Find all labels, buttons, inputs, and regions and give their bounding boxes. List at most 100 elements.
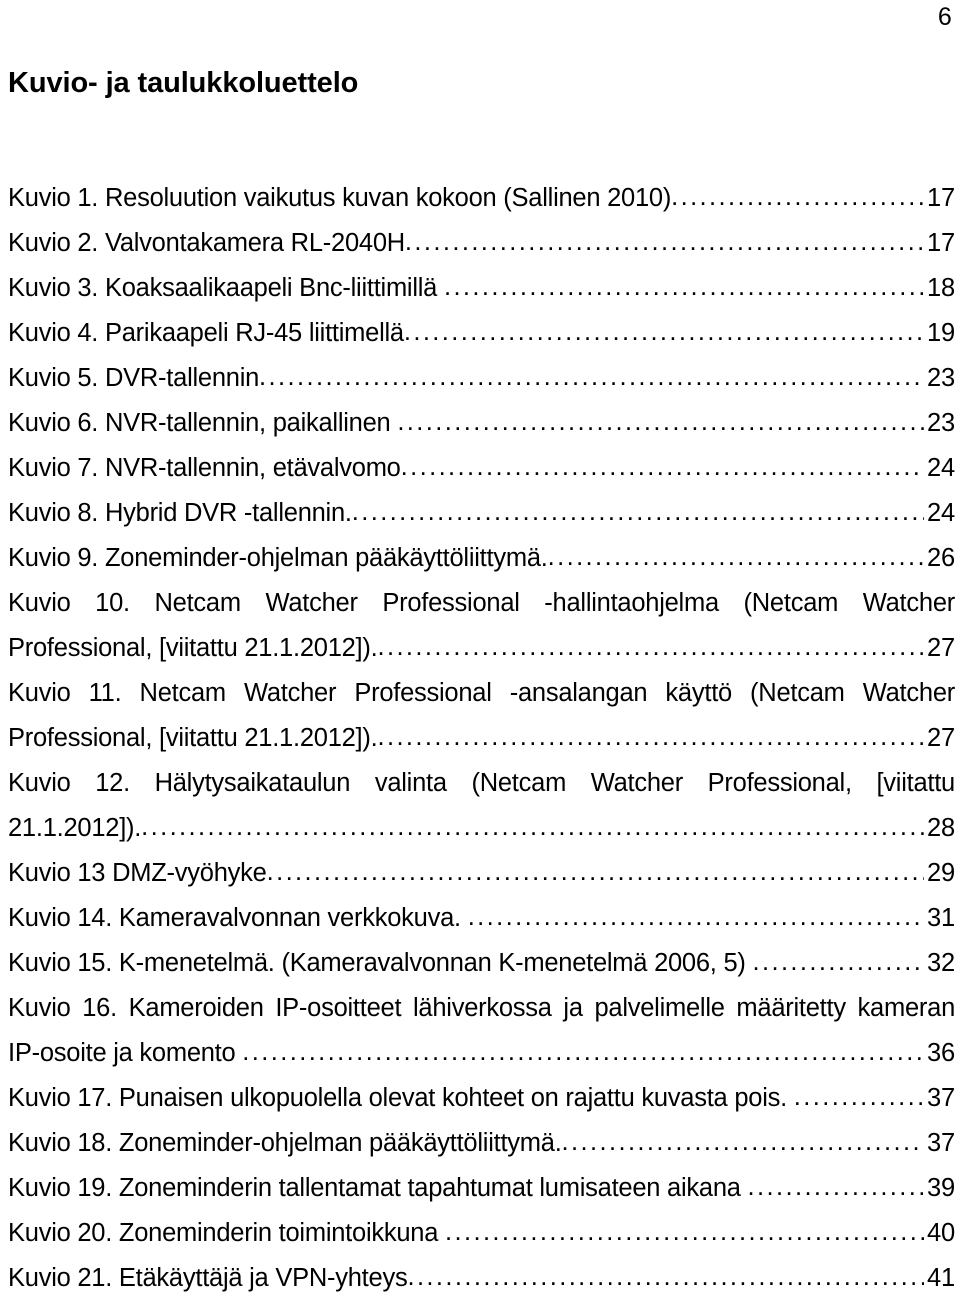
toc-entry-lastline: Kuvio 14. Kameravalvonnan verkkokuva. ..… — [8, 896, 955, 941]
toc-leader-dots: ........................................… — [242, 1038, 925, 1066]
toc-entry[interactable]: Kuvio 14. Kameravalvonnan verkkokuva. ..… — [8, 896, 955, 941]
toc-entry[interactable]: Kuvio 17. Punaisen ulkopuolella olevat k… — [8, 1076, 955, 1121]
table-of-figures: Kuvio 1. Resoluution vaikutus kuvan koko… — [8, 176, 955, 1301]
toc-entry[interactable]: Kuvio 6. NVR-tallennin, paikallinen ....… — [8, 401, 955, 446]
toc-entry[interactable]: Kuvio 7. NVR-tallennin, etävalvomo......… — [8, 446, 955, 491]
toc-entry-title: Kuvio 19. Zoneminderin tallentamat tapah… — [8, 1174, 748, 1202]
toc-entry[interactable]: Kuvio 18. Zoneminder-ohjelman pääkäyttöl… — [8, 1121, 955, 1166]
toc-entry-page-number: 28 — [927, 814, 955, 842]
toc-leader-dots: ........................................… — [467, 903, 925, 931]
toc-entry-title: Kuvio 5. DVR-tallennin — [8, 364, 260, 392]
toc-leader-dots: ........................................… — [404, 228, 924, 256]
toc-entry-page-number: 31 — [927, 904, 955, 932]
toc-entry[interactable]: Kuvio 21. Etäkäyttäjä ja VPN-yhteys.....… — [8, 1256, 955, 1301]
toc-entry-title: Kuvio 18. Zoneminder-ohjelman pääkäyttöl… — [8, 1129, 562, 1157]
toc-entry[interactable]: Kuvio 5. DVR-tallennin..................… — [8, 356, 955, 401]
toc-entry-lastline: Kuvio 18. Zoneminder-ohjelman pääkäyttöl… — [8, 1121, 955, 1166]
toc-entry-title: Kuvio 17. Punaisen ulkopuolella olevat k… — [8, 1084, 794, 1112]
toc-entry-lastline: IP-osoite ja komento ...................… — [8, 1031, 955, 1076]
toc-entry-page-number: 19 — [927, 319, 955, 347]
toc-entry-title: Kuvio 4. Parikaapeli RJ-45 liittimellä — [8, 319, 404, 347]
toc-entry-title: Kuvio 6. NVR-tallennin, paikallinen — [8, 409, 398, 437]
toc-entry[interactable]: Kuvio 1. Resoluution vaikutus kuvan koko… — [8, 176, 955, 221]
toc-entry-page-number: 17 — [927, 229, 955, 257]
toc-entry[interactable]: Kuvio 15. K-menetelmä. (Kameravalvonnan … — [8, 941, 955, 986]
toc-entry-line: Kuvio 16. Kameroiden IP-osoitteet lähive… — [8, 994, 955, 1022]
toc-leader-dots: ........................................… — [377, 633, 925, 661]
toc-entry-page-number: 37 — [927, 1084, 955, 1112]
toc-entry-lastline: Kuvio 19. Zoneminderin tallentamat tapah… — [8, 1166, 955, 1211]
toc-leader-dots: ........................................… — [561, 1128, 925, 1156]
toc-entry-page-number: 17 — [927, 184, 955, 212]
toc-entry[interactable]: Kuvio 9. Zoneminder-ohjelman pääkäyttöli… — [8, 536, 955, 581]
toc-entry-lastline: Kuvio 3. Koaksaalikaapeli Bnc-liittimill… — [8, 266, 955, 311]
toc-entry-page-number: 23 — [927, 364, 955, 392]
toc-entry-title: Professional, [viitattu 21.1.2012]). — [8, 634, 378, 662]
toc-entry[interactable]: Kuvio 20. Zoneminderin toimintoikkuna ..… — [8, 1211, 955, 1256]
toc-leader-dots: ........................................… — [403, 318, 924, 346]
toc-entry-lastline: Kuvio 21. Etäkäyttäjä ja VPN-yhteys.....… — [8, 1256, 955, 1301]
toc-entry-title: Kuvio 20. Zoneminderin toimintoikkuna — [8, 1219, 445, 1247]
toc-entry[interactable]: Kuvio 8. Hybrid DVR -tallennin..........… — [8, 491, 955, 536]
toc-entry-page-number: 32 — [927, 949, 955, 977]
toc-entry-page-number: 24 — [927, 454, 955, 482]
toc-leader-dots: ........................................… — [747, 1173, 925, 1201]
toc-entry[interactable]: Kuvio 4. Parikaapeli RJ-45 liittimellä..… — [8, 311, 955, 356]
page-number: 6 — [937, 3, 952, 31]
toc-entry-title: 21.1.2012]). — [8, 814, 142, 842]
toc-leader-dots: ........................................… — [443, 273, 924, 301]
toc-entry-title: Kuvio 15. K-menetelmä. (Kameravalvonnan … — [8, 949, 753, 977]
toc-entry-page-number: 39 — [927, 1174, 955, 1202]
toc-entry-page-number: 26 — [927, 544, 955, 572]
toc-entry-title: IP-osoite ja komento — [8, 1039, 243, 1067]
toc-leader-dots: ........................................… — [397, 408, 924, 436]
toc-leader-dots: ........................................… — [141, 813, 924, 841]
toc-leader-dots: ........................................… — [351, 498, 924, 526]
toc-entry-page-number: 27 — [927, 724, 955, 752]
toc-entry-lastline: Kuvio 20. Zoneminderin toimintoikkuna ..… — [8, 1211, 955, 1256]
toc-entry-lastline: Professional, [viitattu 21.1.2012]).....… — [8, 626, 955, 671]
toc-leader-dots: ........................................… — [407, 1263, 924, 1291]
page-title: Kuvio- ja taulukkoluettelo — [8, 67, 359, 99]
toc-leader-dots: ........................................… — [793, 1083, 925, 1111]
toc-leader-dots: ........................................… — [377, 723, 925, 751]
toc-entry-page-number: 41 — [927, 1264, 955, 1292]
toc-leader-dots: ........................................… — [547, 543, 924, 571]
toc-entry[interactable]: Kuvio 12. Hälytysaikataulun valinta (Net… — [8, 761, 955, 851]
toc-entry-page-number: 23 — [927, 409, 955, 437]
toc-leader-dots: ........................................… — [259, 363, 924, 391]
toc-entry-title: Kuvio 13 DMZ-vyöhyke — [8, 859, 267, 887]
toc-entry-page-number: 40 — [927, 1219, 955, 1247]
toc-entry-lastline: Kuvio 8. Hybrid DVR -tallennin..........… — [8, 491, 955, 536]
toc-entry-page-number: 29 — [927, 859, 955, 887]
toc-entry-lastline: Kuvio 4. Parikaapeli RJ-45 liittimellä..… — [8, 311, 955, 356]
toc-entry[interactable]: Kuvio 19. Zoneminderin tallentamat tapah… — [8, 1166, 955, 1211]
toc-entry-lastline: 21.1.2012]).............................… — [8, 806, 955, 851]
toc-entry-title: Kuvio 3. Koaksaalikaapeli Bnc-liittimill… — [8, 274, 444, 302]
toc-entry-page-number: 24 — [927, 499, 955, 527]
toc-entry-lastline: Professional, [viitattu 21.1.2012]).....… — [8, 716, 955, 761]
toc-entry-page-number: 37 — [927, 1129, 955, 1157]
toc-leader-dots: ........................................… — [752, 948, 925, 976]
toc-entry[interactable]: Kuvio 11. Netcam Watcher Professional -a… — [8, 671, 955, 761]
toc-entry[interactable]: Kuvio 16. Kameroiden IP-osoitteet lähive… — [8, 986, 955, 1076]
toc-entry-title: Kuvio 2. Valvontakamera RL-2040H — [8, 229, 405, 257]
toc-entry[interactable]: Kuvio 3. Koaksaalikaapeli Bnc-liittimill… — [8, 266, 955, 311]
toc-entry-title: Kuvio 9. Zoneminder-ohjelman pääkäyttöli… — [8, 544, 548, 572]
toc-entry-lastline: Kuvio 7. NVR-tallennin, etävalvomo......… — [8, 446, 955, 491]
toc-entry-line: Kuvio 12. Hälytysaikataulun valinta (Net… — [8, 769, 955, 797]
toc-leader-dots: ........................................… — [671, 183, 924, 211]
toc-entry[interactable]: Kuvio 13 DMZ-vyöhyke....................… — [8, 851, 955, 896]
toc-entry-lastline: Kuvio 1. Resoluution vaikutus kuvan koko… — [8, 176, 955, 221]
toc-entry-lastline: Kuvio 17. Punaisen ulkopuolella olevat k… — [8, 1076, 955, 1121]
toc-entry-lastline: Kuvio 13 DMZ-vyöhyke....................… — [8, 851, 955, 896]
toc-entry-title: Professional, [viitattu 21.1.2012]). — [8, 724, 378, 752]
toc-entry-title: Kuvio 7. NVR-tallennin, etävalvomo — [8, 454, 401, 482]
toc-entry-lastline: Kuvio 6. NVR-tallennin, paikallinen ....… — [8, 401, 955, 446]
toc-entry[interactable]: Kuvio 2. Valvontakamera RL-2040H........… — [8, 221, 955, 266]
document-page: 6 Kuvio- ja taulukkoluettelo Kuvio 1. Re… — [0, 0, 960, 1295]
toc-entry-lastline: Kuvio 5. DVR-tallennin..................… — [8, 356, 955, 401]
toc-entry-title: Kuvio 14. Kameravalvonnan verkkokuva. — [8, 904, 468, 932]
toc-leader-dots: ........................................… — [400, 453, 924, 481]
toc-entry[interactable]: Kuvio 10. Netcam Watcher Professional -h… — [8, 581, 955, 671]
